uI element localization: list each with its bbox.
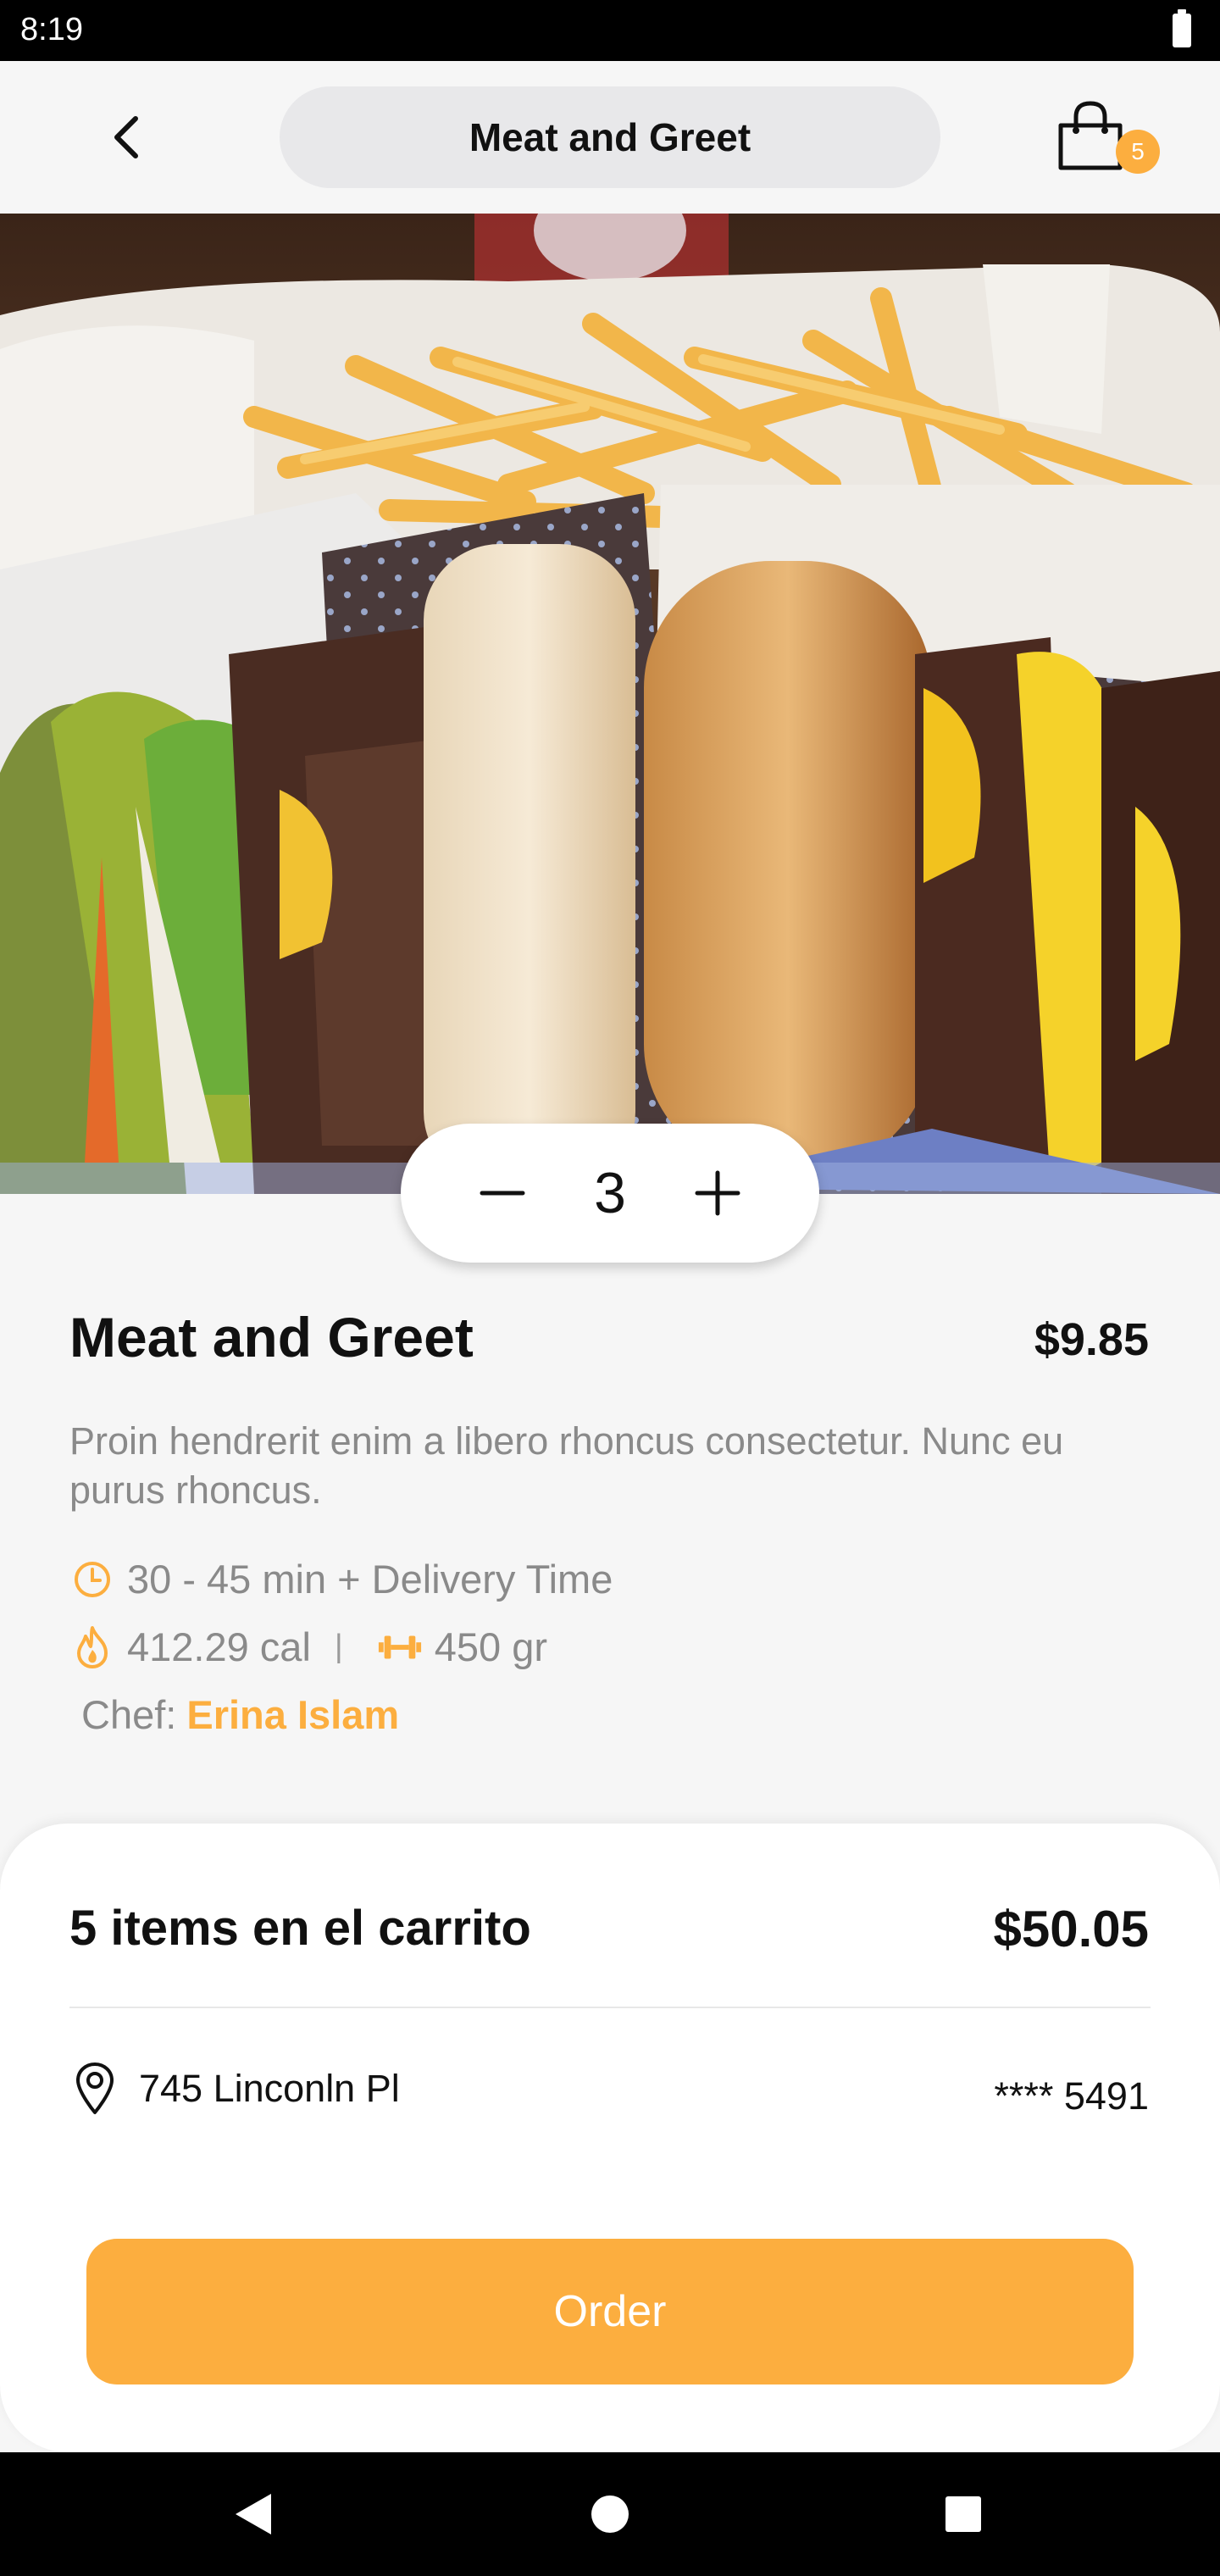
divider — [69, 2007, 1151, 2008]
nav-recents-button[interactable] — [934, 2484, 993, 2544]
payment-card[interactable]: **** 5491 — [994, 2074, 1149, 2118]
nav-back-button[interactable] — [224, 2484, 283, 2544]
cart-button[interactable]: 5 — [1052, 100, 1160, 185]
back-button[interactable] — [93, 103, 161, 171]
chef-row: Chef: Erina Islam — [81, 1691, 399, 1738]
battery-icon — [1173, 9, 1191, 47]
delivery-time-row: 30 - 45 min + Delivery Time — [69, 1556, 613, 1602]
order-button[interactable]: Order — [86, 2239, 1134, 2384]
shopping-bag-icon — [1058, 101, 1123, 170]
cart-count-badge: 5 — [1116, 130, 1160, 174]
header: Meat and Greet 5 — [0, 61, 1220, 214]
address-text: 745 Linconln Pl — [139, 2067, 400, 2110]
page-title: Meat and Greet — [280, 86, 940, 188]
decrease-button[interactable] — [469, 1159, 536, 1227]
quantity-value: 3 — [594, 1161, 626, 1225]
system-nav-bar — [0, 2452, 1220, 2576]
chef-name-link[interactable]: Erina Islam — [186, 1691, 399, 1738]
product-name: Meat and Greet — [69, 1306, 474, 1368]
calories-text: 412.29 cal — [127, 1624, 311, 1669]
nutrition-row: 412.29 cal | 450 gr — [69, 1624, 547, 1670]
delivery-address[interactable]: 745 Linconln Pl — [69, 2059, 400, 2118]
product-description: Proin hendrerit enim a libero rhoncus co… — [69, 1419, 1064, 1512]
dumbbell-icon — [377, 1624, 423, 1670]
clock-icon — [69, 1557, 115, 1602]
status-bar: 8:19 — [0, 0, 1220, 61]
cart-total: $50.05 — [993, 1901, 1149, 1957]
delivery-time-text: 30 - 45 min + Delivery Time — [127, 1557, 613, 1602]
circle-home-icon — [591, 2496, 629, 2533]
product-image — [0, 214, 1220, 1194]
chef-label: Chef: — [81, 1692, 177, 1737]
square-recents-icon — [946, 2496, 981, 2532]
meta-separator: | — [334, 1629, 343, 1664]
minus-icon — [480, 1191, 525, 1196]
fire-icon — [69, 1624, 115, 1670]
nav-home-button[interactable] — [580, 2484, 640, 2544]
weight-text: 450 gr — [434, 1624, 548, 1669]
status-time: 8:19 — [20, 12, 83, 47]
cart-items-summary: 5 items en el carrito — [69, 1901, 531, 1956]
increase-button[interactable] — [684, 1159, 751, 1227]
quantity-stepper: 3 — [401, 1124, 819, 1263]
cart-summary-sheet: 5 items en el carrito $50.05 745 Linconl… — [0, 1824, 1220, 2452]
plus-icon — [695, 1170, 740, 1216]
chevron-left-icon — [114, 116, 138, 158]
location-pin-icon — [69, 2059, 120, 2118]
triangle-back-icon — [236, 2494, 271, 2534]
product-price: $9.85 — [1034, 1314, 1149, 1365]
